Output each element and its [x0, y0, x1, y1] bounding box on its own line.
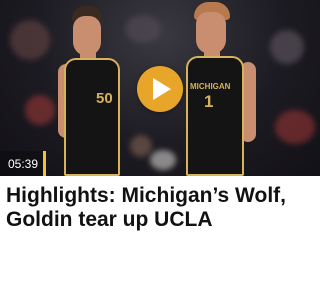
crowd-background: [125, 15, 161, 43]
play-button[interactable]: [137, 66, 183, 112]
jersey-number: 1: [204, 92, 214, 111]
video-card[interactable]: 50 MICHIGAN 1 05:39 Highlights: Michigan…: [0, 0, 320, 285]
crowd-background: [275, 110, 315, 144]
duration-accent-bar: [43, 151, 47, 176]
headline-link[interactable]: Highlights: Michigan’s Wolf, Goldin tear…: [6, 184, 314, 232]
duration-label: 05:39: [8, 156, 39, 171]
jersey-text: MICHIGAN: [190, 82, 231, 91]
crowd-background: [10, 20, 50, 60]
player-left: 50: [58, 6, 128, 176]
crowd-background: [130, 135, 152, 157]
crowd-background: [25, 95, 55, 125]
crowd-background: [270, 30, 304, 64]
player-right: MICHIGAN 1: [184, 2, 260, 176]
play-icon: [153, 78, 171, 100]
video-thumbnail[interactable]: 50 MICHIGAN 1 05:39: [0, 0, 320, 176]
jersey-number: 50: [96, 90, 113, 107]
crowd-background: [150, 150, 176, 170]
duration-badge: 05:39: [0, 151, 47, 176]
